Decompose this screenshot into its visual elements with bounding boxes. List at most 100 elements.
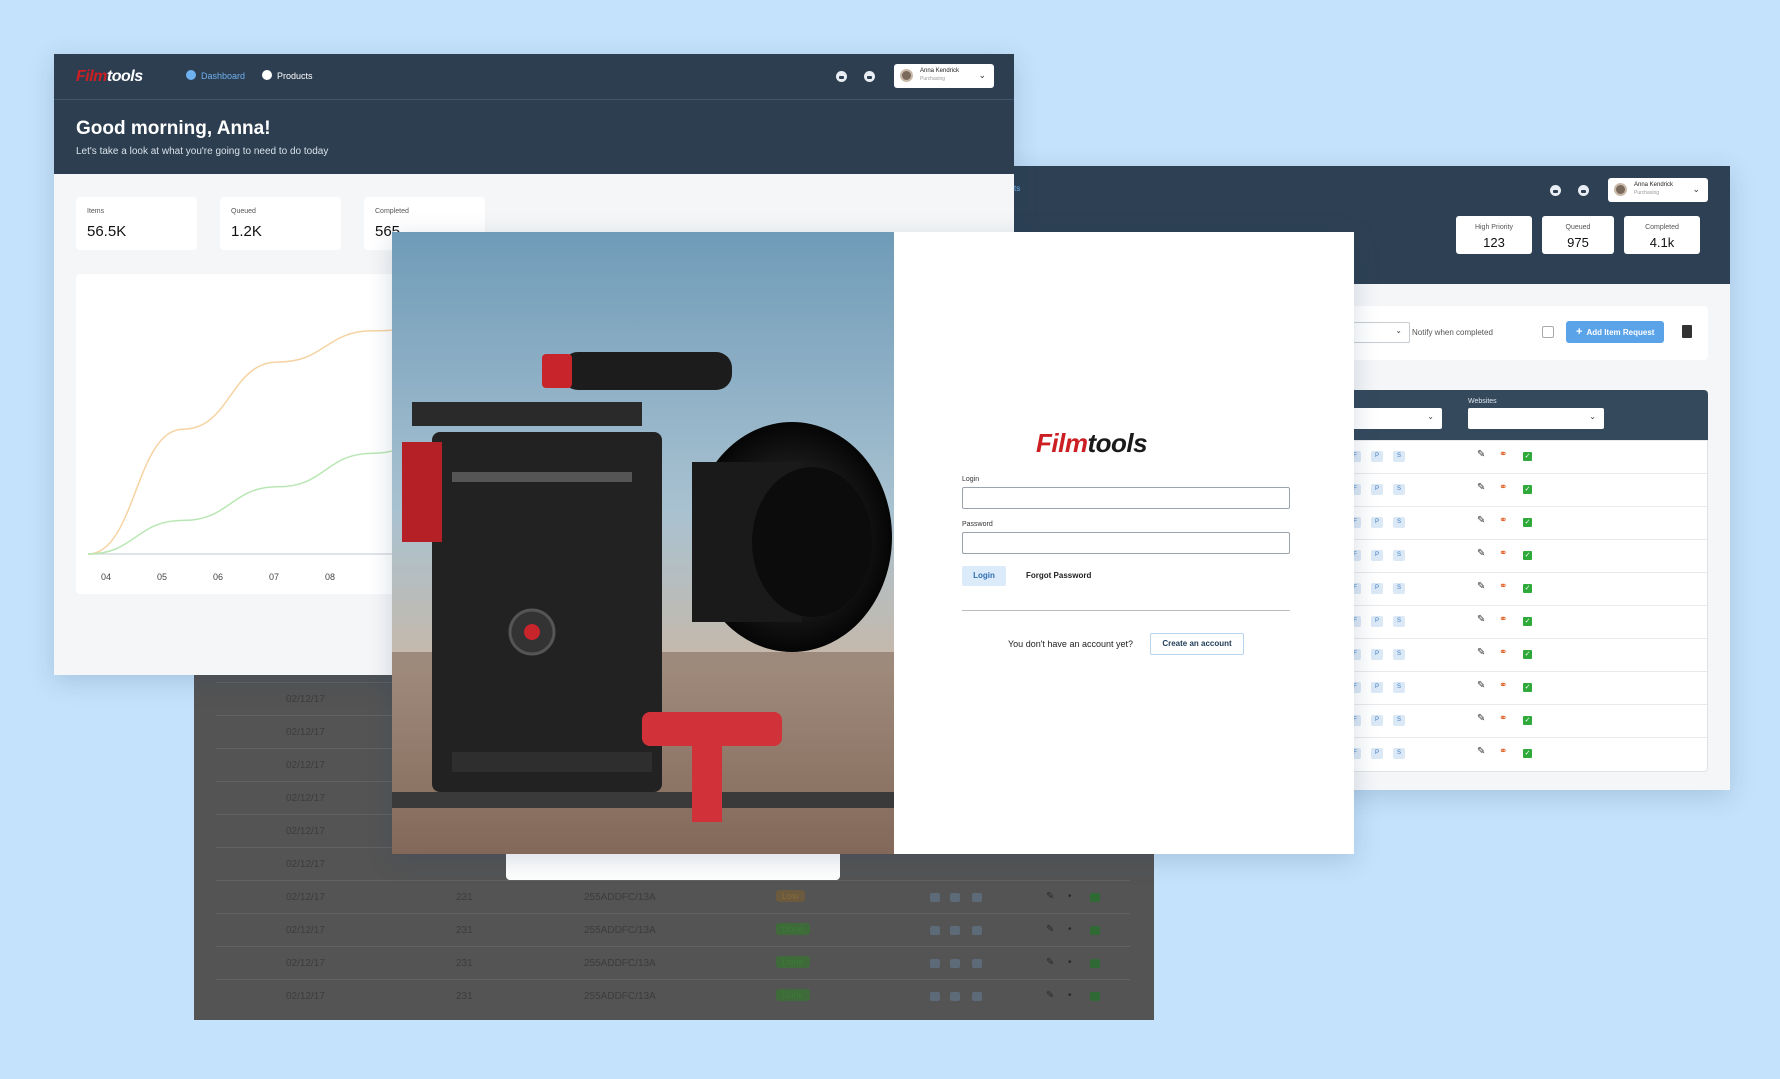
edit-icon[interactable]: ✎: [1477, 482, 1485, 493]
complete-check-icon[interactable]: ✓: [1523, 485, 1532, 494]
brand-part-tools: tools: [1087, 428, 1148, 458]
edit-icon[interactable]: ✎: [1477, 614, 1485, 625]
website-badge[interactable]: S: [1393, 451, 1405, 462]
check-icon: [1090, 959, 1100, 968]
notify-checkbox[interactable]: [1542, 326, 1554, 338]
website-badge[interactable]: P: [1371, 484, 1383, 495]
link-icon[interactable]: ⚭: [1499, 614, 1507, 625]
row-qty: 231: [456, 991, 473, 1002]
website-badge[interactable]: P: [1371, 748, 1383, 759]
modal-remnant: [506, 850, 840, 880]
edit-icon[interactable]: ✎: [1477, 548, 1485, 559]
complete-check-icon[interactable]: ✓: [1523, 551, 1532, 560]
link-icon[interactable]: ⚭: [1499, 746, 1507, 757]
complete-check-icon[interactable]: ✓: [1523, 452, 1532, 461]
complete-check-icon[interactable]: ✓: [1523, 749, 1532, 758]
add-item-request-button[interactable]: + Add Item Request: [1566, 321, 1665, 343]
site-badge: [950, 893, 960, 902]
edit-icon[interactable]: ✎: [1477, 449, 1485, 460]
filter-select[interactable]: ⌄: [1350, 322, 1410, 343]
row-date: 02/12/17: [286, 826, 325, 837]
login-input[interactable]: [962, 487, 1290, 509]
row-date: 02/12/17: [286, 925, 325, 936]
website-badge[interactable]: P: [1371, 649, 1383, 660]
link-icon[interactable]: ⚭: [1499, 548, 1507, 559]
nav-products-label: Products: [277, 71, 313, 81]
avatar: [1614, 183, 1627, 196]
website-badge[interactable]: S: [1393, 484, 1405, 495]
login-button[interactable]: Login: [962, 566, 1006, 586]
link-icon[interactable]: ⚭: [1499, 449, 1507, 460]
edit-icon[interactable]: ✎: [1477, 647, 1485, 658]
website-badge[interactable]: S: [1393, 682, 1405, 693]
priority-filter-select[interactable]: ⌄: [1350, 408, 1442, 429]
edit-icon: ✎: [1046, 924, 1055, 935]
complete-check-icon[interactable]: ✓: [1523, 518, 1532, 527]
top-nav: Filmtools Dashboard Products Anna Kendri…: [54, 54, 1014, 100]
websites-filter-select[interactable]: ⌄: [1468, 408, 1604, 429]
forgot-password-button[interactable]: Forgot Password: [1026, 566, 1091, 586]
speed-icon[interactable]: [836, 71, 847, 82]
user-menu[interactable]: Anna Kendrick Purchasing ⌄: [1608, 178, 1708, 202]
website-badge[interactable]: P: [1371, 616, 1383, 627]
link-icon[interactable]: ⚭: [1499, 647, 1507, 658]
stat-label: High Priority: [1474, 224, 1514, 231]
complete-check-icon[interactable]: ✓: [1523, 584, 1532, 593]
website-badge[interactable]: P: [1371, 583, 1383, 594]
website-badge[interactable]: S: [1393, 550, 1405, 561]
website-badge[interactable]: S: [1393, 583, 1405, 594]
nav-products[interactable]: Products: [262, 70, 313, 81]
link-icon: •: [1068, 924, 1072, 935]
link-icon[interactable]: ⚭: [1499, 581, 1507, 592]
website-badge[interactable]: P: [1371, 517, 1383, 528]
password-input[interactable]: [962, 532, 1290, 554]
complete-check-icon[interactable]: ✓: [1523, 617, 1532, 626]
link-icon[interactable]: ⚭: [1499, 680, 1507, 691]
website-badge[interactable]: S: [1393, 517, 1405, 528]
edit-icon: ✎: [1046, 990, 1055, 1001]
nav-dashboard[interactable]: Dashboard: [186, 70, 245, 81]
website-badge[interactable]: S: [1393, 715, 1405, 726]
website-badge[interactable]: S: [1393, 649, 1405, 660]
row-qty: 231: [456, 958, 473, 969]
speed-icon[interactable]: [864, 71, 875, 82]
cinema-camera-photo: [392, 232, 894, 854]
stat-high-priority: High Priority 123: [1456, 216, 1532, 254]
edit-icon[interactable]: ✎: [1477, 581, 1485, 592]
complete-check-icon[interactable]: ✓: [1523, 716, 1532, 725]
complete-check-icon[interactable]: ✓: [1523, 683, 1532, 692]
website-badge[interactable]: P: [1371, 451, 1383, 462]
edit-icon[interactable]: ✎: [1477, 515, 1485, 526]
x-tick-label: 04: [101, 572, 111, 582]
login-label: Login: [962, 476, 980, 483]
complete-check-icon[interactable]: ✓: [1523, 650, 1532, 659]
website-badge[interactable]: P: [1371, 550, 1383, 561]
website-badge[interactable]: S: [1393, 616, 1405, 627]
site-badge: [950, 992, 960, 1001]
edit-icon[interactable]: ✎: [1477, 746, 1485, 757]
row-code: 255ADDFC/13A: [584, 925, 656, 936]
row-status: Low: [776, 890, 805, 902]
speed-icon[interactable]: [1578, 185, 1589, 196]
brand-part-film: Film: [76, 68, 107, 85]
website-badge[interactable]: P: [1371, 715, 1383, 726]
row-code: 255ADDFC/13A: [584, 958, 656, 969]
kpi-label: Items: [87, 208, 105, 215]
avatar: [900, 69, 913, 82]
edit-icon[interactable]: ✎: [1477, 680, 1485, 691]
website-badge[interactable]: S: [1393, 748, 1405, 759]
brand-logo[interactable]: Filmtools: [76, 68, 143, 86]
website-badge[interactable]: P: [1371, 682, 1383, 693]
edit-icon[interactable]: ✎: [1477, 713, 1485, 724]
link-icon[interactable]: ⚭: [1499, 515, 1507, 526]
user-menu[interactable]: Anna Kendrick Purchasing ⌄: [894, 64, 994, 88]
x-tick-label: 08: [325, 572, 335, 582]
link-icon[interactable]: ⚭: [1499, 482, 1507, 493]
speed-icon[interactable]: [1550, 185, 1561, 196]
create-account-button[interactable]: Create an account: [1150, 633, 1244, 655]
export-file-icon[interactable]: [1682, 325, 1692, 338]
link-icon[interactable]: ⚭: [1499, 713, 1507, 724]
user-name: Anna Kendrick: [1634, 182, 1674, 188]
edit-icon: ✎: [1046, 891, 1055, 902]
dashboard-icon: [186, 70, 196, 80]
